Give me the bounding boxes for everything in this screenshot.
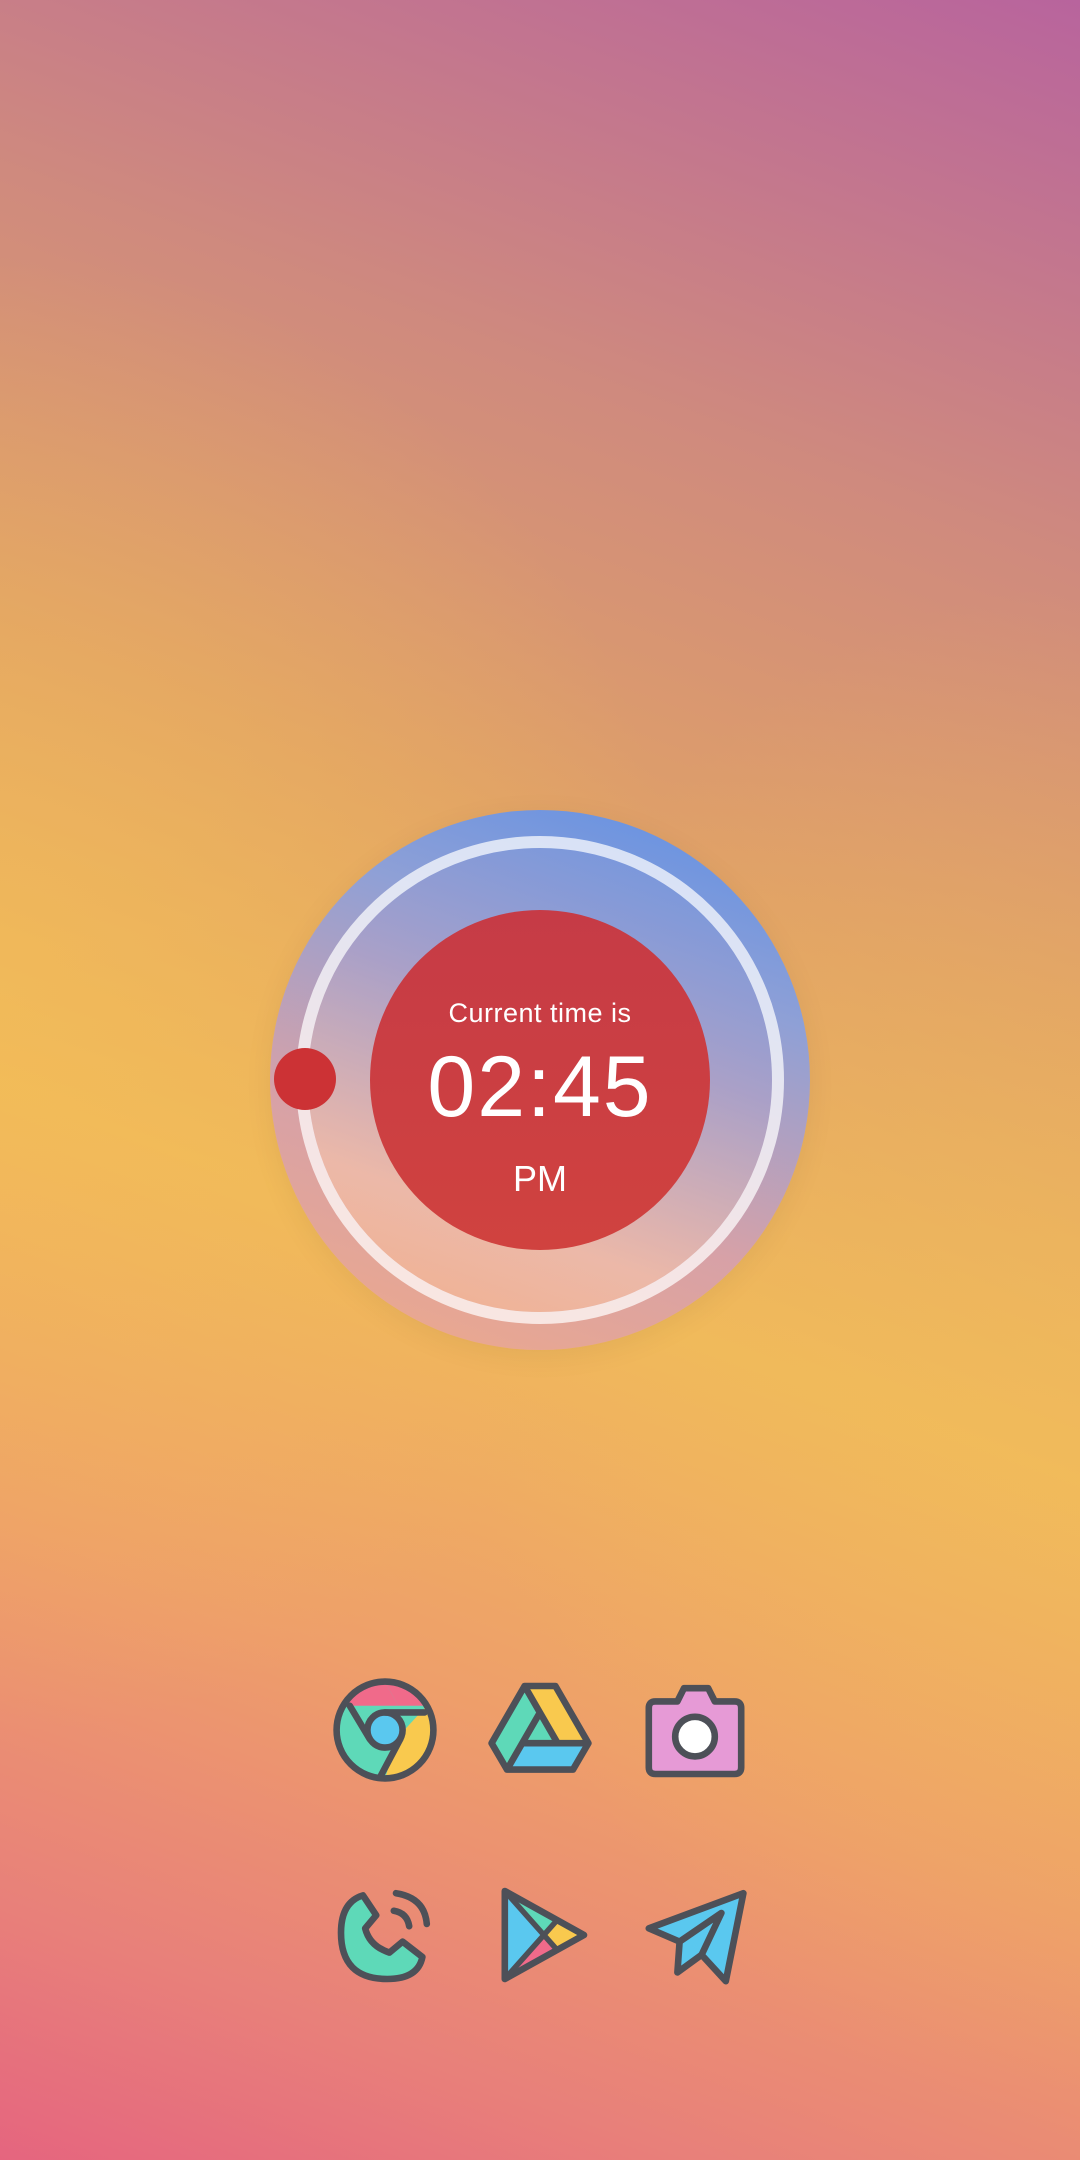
phone-app[interactable] [330,1880,440,1990]
camera-app[interactable] [640,1675,750,1785]
phone-icon [337,1889,431,1983]
send-icon [645,1889,747,1985]
drive-app[interactable] [485,1675,595,1785]
camera-icon [645,1684,745,1778]
chrome-app[interactable] [330,1675,440,1785]
play-store-icon [501,1887,588,1983]
home-app-grid [0,0,1080,2160]
drive-icon [488,1682,592,1773]
send-app[interactable] [640,1880,750,1990]
play-store-app[interactable] [485,1880,595,1990]
chrome-icon [333,1678,437,1782]
